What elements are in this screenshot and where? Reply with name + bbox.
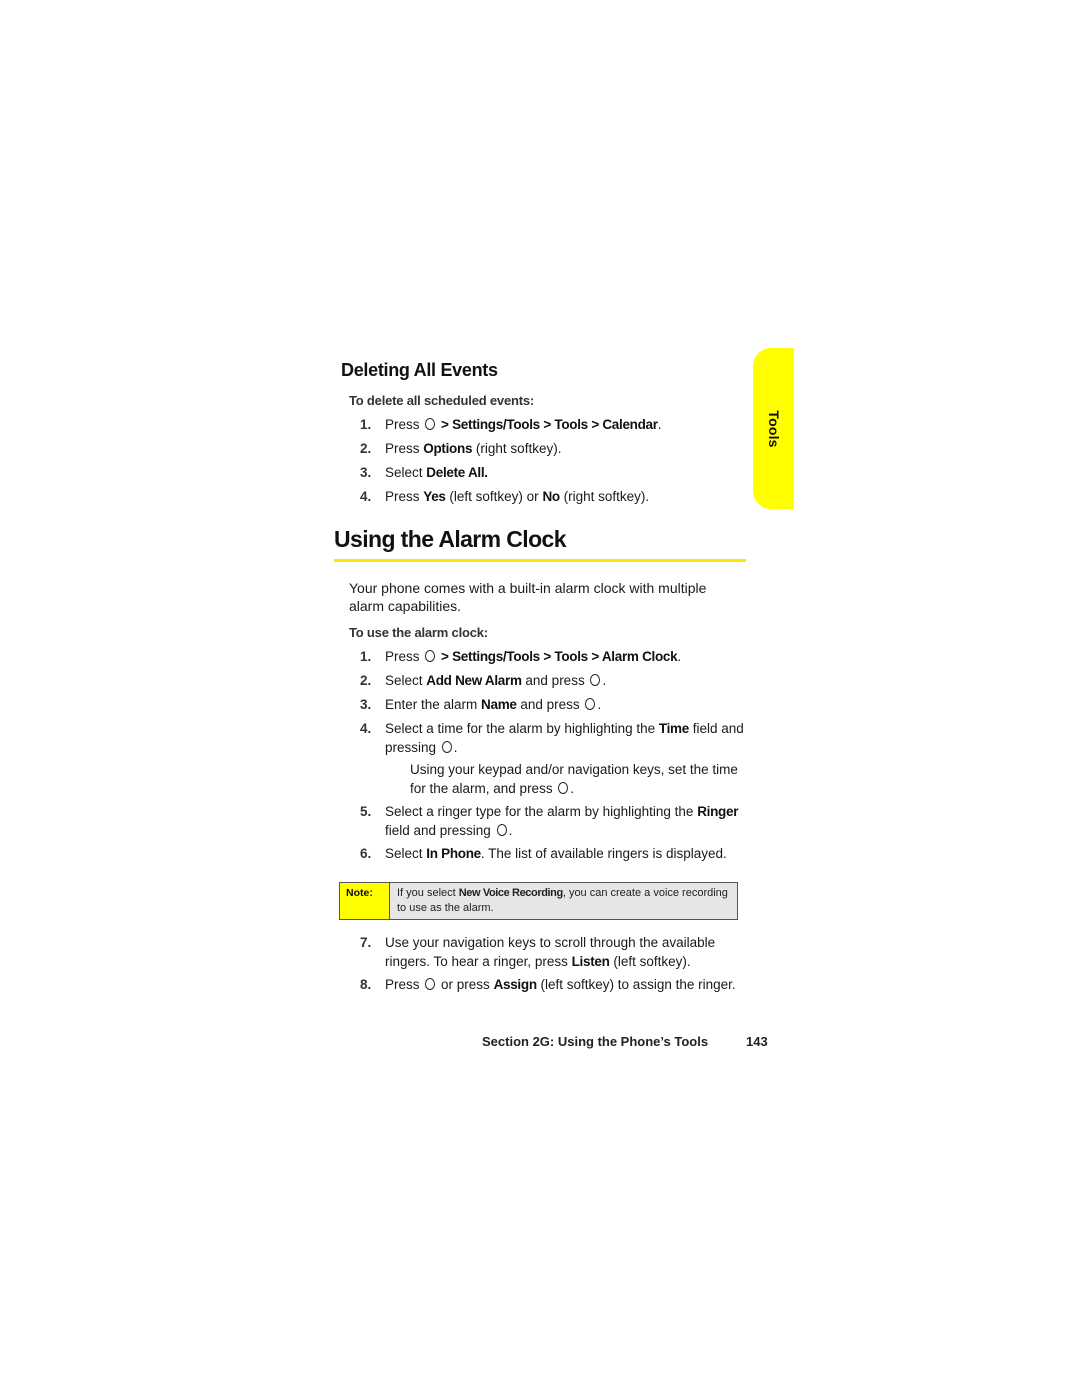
menu-ok-key-icon	[425, 418, 436, 430]
heading-underline	[334, 559, 746, 562]
alarm-step-7: 7. Use your navigation keys to scroll th…	[360, 935, 716, 969]
deleting-events-heading: Deleting All Events	[341, 360, 498, 380]
menu-ok-key-icon	[585, 698, 596, 710]
menu-ok-key-icon	[441, 740, 452, 753]
alarm-step-4: 4. Select a time for the alarm by highli…	[360, 721, 744, 755]
menu-ok-key-icon	[558, 781, 569, 794]
deleting-lead: To delete all scheduled events:	[349, 393, 535, 408]
section-side-tab: Tools	[753, 348, 794, 509]
menu-ok-key-icon	[425, 650, 436, 662]
alarm-step-8: 8. Press or press Assign (left softkey) …	[360, 977, 736, 992]
menu-ok-key-icon	[425, 978, 436, 990]
menu-ok-key-icon	[496, 823, 507, 836]
alarm-step-4-detail: Using your keypad and/or navigation keys…	[410, 762, 738, 796]
page-number: 143	[746, 1034, 768, 1049]
alarm-intro: Your phone comes with a built-in alarm c…	[349, 580, 707, 614]
note-text: If you select New Voice Recording, you c…	[390, 883, 737, 919]
alarm-step-5: 5. Select a ringer type for the alarm by…	[360, 804, 739, 838]
alarm-clock-heading: Using the Alarm Clock	[334, 526, 567, 552]
menu-ok-key-icon	[590, 674, 601, 686]
note-label: Note:	[340, 883, 390, 919]
note-box: Note: If you select New Voice Recording,…	[339, 882, 738, 920]
alarm-lead: To use the alarm clock:	[349, 625, 488, 640]
footer-section-title: Section 2G: Using the Phone’s Tools	[482, 1034, 709, 1049]
side-tab-label: Tools	[765, 409, 782, 448]
